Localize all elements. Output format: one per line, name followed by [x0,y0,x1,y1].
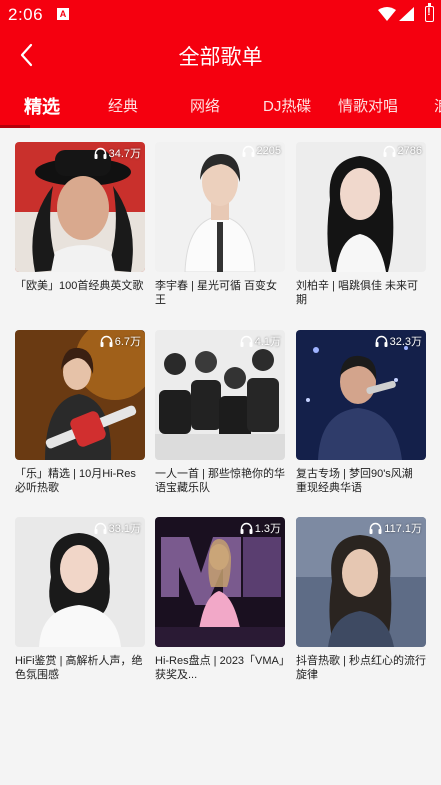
category-tabs: 精选 经典 网络 DJ热碟 情歌对唱 浪 [0,92,441,126]
sim-card-icon: A [57,8,69,20]
play-count: 2786 [383,145,422,157]
play-count-value: 34.7万 [108,148,141,160]
cover-image [15,142,145,272]
playlist-title[interactable]: 「乐」精选 | 10月Hi-Res必听热歌 [15,467,145,495]
wifi-icon [378,7,396,21]
playlist-title[interactable]: 抖音热歌 | 秒点红心的流行旋律 [296,654,426,682]
playlist-cover[interactable]: 117.1万 [296,517,426,647]
playlist-cover[interactable]: 4.1万 [155,330,285,460]
play-count: 117.1万 [369,520,422,536]
play-count: 6.7万 [100,333,141,349]
playlist-title[interactable]: 李宇春 | 星光可循 百变女王 [155,279,285,307]
play-count: 33.1万 [94,520,141,536]
cover-image [15,517,145,647]
battery-alert-icon [425,3,434,22]
playlist-cover[interactable]: 6.7万 [15,330,145,460]
playlist-title[interactable]: 一人一首 | 那些惊艳你的华语宝藏乐队 [155,467,285,495]
cover-image [155,330,285,460]
play-count-value: 2205 [256,145,281,157]
page-title: 全部歌单 [178,46,263,69]
playlist-card[interactable]: 33.1万 HiFi鉴赏 | 高解析人声，绝色氛围感 [15,517,145,682]
cover-image [155,517,285,647]
playlist-title[interactable]: Hi-Res盘点 | 2023「VMA」获奖及... [155,654,285,682]
play-count: 34.7万 [94,145,141,161]
cover-image [15,330,145,460]
play-count-value: 33.1万 [108,523,141,535]
playlist-cover[interactable]: 32.3万 [296,330,426,460]
playlist-card[interactable]: 2786 刘柏辛 | 唱跳俱佳 未来可期 [296,142,426,307]
playlist-cover[interactable]: 34.7万 [15,142,145,272]
playlist-card[interactable]: 4.1万 一人一首 | 那些惊艳你的华语宝藏乐队 [155,330,285,495]
headphones-icon [375,335,388,347]
play-count: 2205 [242,145,281,157]
cover-image [296,142,426,272]
playlist-card[interactable]: 6.7万 「乐」精选 | 10月Hi-Res必听热歌 [15,330,145,495]
playlist-title[interactable]: HiFi鉴赏 | 高解析人声，绝色氛围感 [15,654,145,682]
play-count-value: 117.1万 [384,523,422,535]
headphones-icon [240,335,253,347]
playlist-cover[interactable]: 2786 [296,142,426,272]
headphones-icon [94,522,107,534]
tab-indicator [0,125,30,128]
headphones-icon [94,147,107,159]
app-header: 2:06 A 全部歌单 精选 经典 网络 DJ热碟 情歌对唱 浪 [0,0,441,128]
play-count-value: 4.1万 [254,336,281,348]
play-count-value: 2786 [397,145,422,157]
playlist-card[interactable]: 2205 李宇春 | 星光可循 百变女王 [155,142,285,307]
playlist-card[interactable]: 117.1万 抖音热歌 | 秒点红心的流行旋律 [296,517,426,682]
playlist-card[interactable]: 1.3万 Hi-Res盘点 | 2023「VMA」获奖及... [155,517,285,682]
cover-image [155,142,285,272]
cover-image [296,517,426,647]
tab-classic[interactable]: 经典 [108,95,138,116]
play-count-value: 32.3万 [389,336,422,348]
play-count: 4.1万 [240,333,281,349]
tab-love-duets[interactable]: 情歌对唱 [338,95,398,116]
playlist-card[interactable]: 32.3万 复古专场 | 梦回90's风潮 重现经典华语 [296,330,426,495]
tab-network[interactable]: 网络 [190,95,220,116]
tab-dj[interactable]: DJ热碟 [263,95,311,116]
playlist-title[interactable]: 刘柏辛 | 唱跳俱佳 未来可期 [296,279,426,307]
playlist-title[interactable]: 复古专场 | 梦回90's风潮 重现经典华语 [296,467,426,495]
tab-featured[interactable]: 精选 [24,93,60,119]
tab-more[interactable]: 浪 [434,95,441,116]
headphones-icon [100,335,113,347]
headphones-icon [369,522,382,534]
playlist-card[interactable]: 34.7万 「欧美」100首经典英文歌 [15,142,145,307]
play-count-value: 6.7万 [114,336,141,348]
headphones-icon [383,145,396,157]
cover-image [296,330,426,460]
status-bar: 2:06 A [0,0,441,28]
playlist-cover[interactable]: 33.1万 [15,517,145,647]
play-count: 1.3万 [240,520,281,536]
headphones-icon [240,522,253,534]
status-time: 2:06 [8,5,44,24]
play-count-value: 1.3万 [254,523,281,535]
playlist-title[interactable]: 「欧美」100首经典英文歌 [15,279,145,307]
playlist-cover[interactable]: 2205 [155,142,285,272]
playlist-cover[interactable]: 1.3万 [155,517,285,647]
cellular-signal-icon [399,7,414,21]
headphones-icon [242,145,255,157]
play-count: 32.3万 [375,333,422,349]
